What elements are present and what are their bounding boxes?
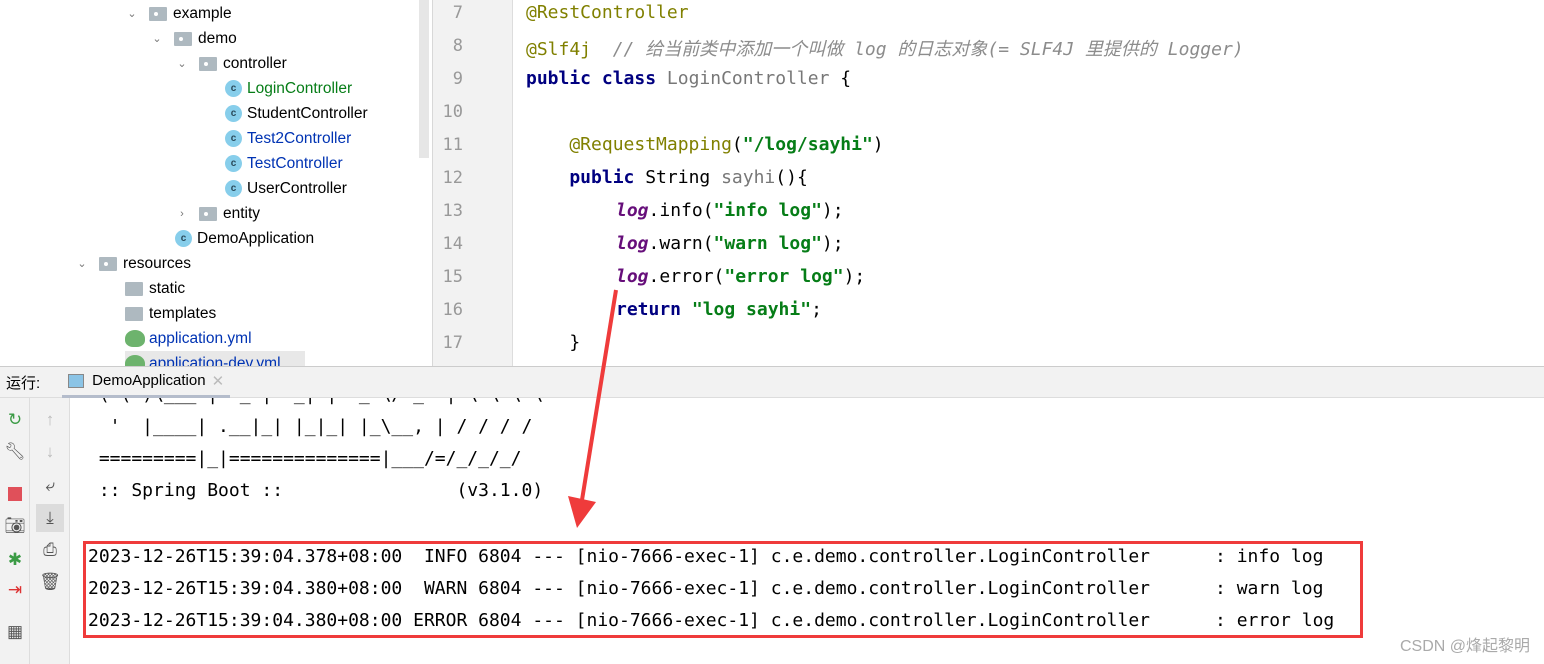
annotation-arrow	[568, 289, 618, 528]
watermark: CSDN @烽起黎明	[1399, 638, 1530, 655]
